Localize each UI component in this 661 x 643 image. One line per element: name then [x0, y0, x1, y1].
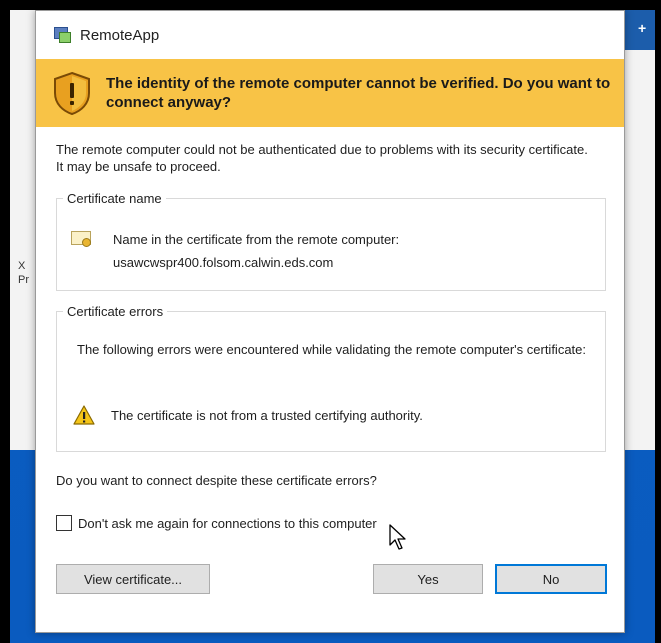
certificate-icon: [71, 231, 93, 249]
yes-button[interactable]: Yes: [373, 564, 483, 594]
dialog-title: RemoteApp: [80, 26, 160, 44]
certificate-name-legend: Certificate name: [67, 191, 162, 206]
remoteapp-icon: [54, 26, 72, 44]
plus-icon[interactable]: +: [638, 20, 646, 36]
background-text-fragment: X: [18, 260, 26, 272]
certificate-name-label: Name in the certificate from the remote …: [113, 232, 400, 247]
background-text-fragment: Pr: [18, 274, 29, 286]
dont-ask-again-option[interactable]: Don't ask me again for connections to th…: [56, 515, 377, 531]
certificate-name-value: usawcwspr400.folsom.calwin.eds.com: [113, 255, 334, 270]
view-certificate-button[interactable]: View certificate...: [56, 564, 210, 594]
dont-ask-again-checkbox[interactable]: [56, 515, 72, 531]
warning-banner: The identity of the remote computer cann…: [36, 59, 624, 127]
certificate-errors-group: Certificate errors The following errors …: [56, 304, 606, 452]
certificate-errors-intro: The following errors were encountered wh…: [77, 342, 587, 357]
certificate-error-item: The certificate is not from a trusted ce…: [111, 407, 423, 423]
warning-icon: [73, 405, 95, 425]
warning-shield-icon: [54, 71, 90, 115]
connect-question: Do you want to connect despite these cer…: [56, 473, 377, 488]
certificate-errors-legend: Certificate errors: [67, 304, 164, 319]
no-button[interactable]: No: [495, 564, 607, 594]
remoteapp-dialog: RemoteApp The identity of the remote com…: [35, 10, 625, 633]
certificate-name-group: Certificate name Name in the certificate…: [56, 191, 606, 291]
dialog-titlebar[interactable]: RemoteApp: [36, 11, 624, 59]
description-text: The remote computer could not be authent…: [56, 142, 588, 174]
warning-message: The identity of the remote computer cann…: [106, 75, 611, 111]
dont-ask-again-label[interactable]: Don't ask me again for connections to th…: [78, 516, 377, 531]
mouse-cursor-icon: [389, 524, 406, 550]
